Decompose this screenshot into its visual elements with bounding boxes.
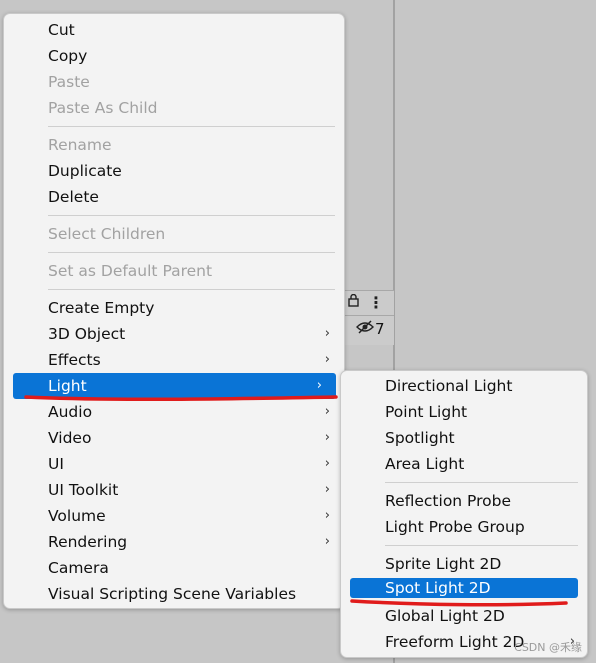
- menu-item-label: Duplicate: [48, 162, 122, 180]
- menu-item-3d-object[interactable]: 3D Object ›: [4, 321, 344, 347]
- menu-separator: [48, 252, 335, 253]
- submenu-item-light-probe-group[interactable]: Light Probe Group: [341, 514, 587, 540]
- menu-item-visual-scripting-scene-variables[interactable]: Visual Scripting Scene Variables: [4, 581, 344, 607]
- menu-item-rename: Rename: [4, 132, 344, 158]
- menu-item-label: Select Children: [48, 225, 166, 243]
- menu-item-ui-toolkit[interactable]: UI Toolkit ›: [4, 477, 344, 503]
- menu-separator: [48, 289, 335, 290]
- toolbar-divider: [344, 315, 394, 316]
- menu-item-label: UI Toolkit: [48, 481, 119, 499]
- submenu-item-area-light[interactable]: Area Light: [341, 451, 587, 477]
- menu-separator: [385, 482, 578, 483]
- menu-item-label: Light Probe Group: [385, 518, 525, 536]
- menu-item-select-children: Select Children: [4, 221, 344, 247]
- lock-icon[interactable]: [348, 293, 359, 311]
- menu-item-light[interactable]: Light ›: [13, 373, 336, 399]
- menu-item-label: Paste As Child: [48, 99, 158, 117]
- menu-item-paste: Paste: [4, 69, 344, 95]
- menu-separator: [48, 126, 335, 127]
- menu-item-label: Set as Default Parent: [48, 262, 213, 280]
- menu-item-label: Spotlight: [385, 429, 455, 447]
- submenu-item-directional-light[interactable]: Directional Light: [341, 373, 587, 399]
- chevron-right-icon: ›: [324, 404, 330, 419]
- menu-item-label: Cut: [48, 21, 75, 39]
- more-vert-icon[interactable]: ⋮: [368, 293, 384, 312]
- menu-item-audio[interactable]: Audio ›: [4, 399, 344, 425]
- menu-item-label: Volume: [48, 507, 106, 525]
- menu-item-duplicate[interactable]: Duplicate: [4, 158, 344, 184]
- submenu-item-reflection-probe[interactable]: Reflection Probe: [341, 488, 587, 514]
- menu-item-label: Global Light 2D: [385, 607, 505, 625]
- submenu-item-point-light[interactable]: Point Light: [341, 399, 587, 425]
- menu-item-label: Freeform Light 2D: [385, 633, 525, 651]
- menu-item-label: Sprite Light 2D: [385, 555, 502, 573]
- submenu-item-spot-light-2d[interactable]: Spot Light 2D: [350, 578, 578, 598]
- menu-item-rendering[interactable]: Rendering ›: [4, 529, 344, 555]
- menu-item-video[interactable]: Video ›: [4, 425, 344, 451]
- menu-item-camera[interactable]: Camera: [4, 555, 344, 581]
- chevron-right-icon: ›: [324, 456, 330, 471]
- menu-item-label: 3D Object: [48, 325, 126, 343]
- menu-item-label: Video: [48, 429, 92, 447]
- chevron-right-icon: ›: [316, 378, 322, 393]
- menu-item-label: Rename: [48, 136, 112, 154]
- menu-item-label: Light: [48, 377, 87, 395]
- menu-item-cut[interactable]: Cut: [4, 17, 344, 43]
- menu-item-volume[interactable]: Volume ›: [4, 503, 344, 529]
- chevron-right-icon: ›: [324, 352, 330, 367]
- submenu-item-global-light-2d[interactable]: Global Light 2D: [341, 603, 587, 629]
- menu-item-label: Spot Light 2D: [385, 579, 491, 597]
- submenu-item-sprite-light-2d[interactable]: Sprite Light 2D: [341, 551, 587, 577]
- submenu-item-spotlight[interactable]: Spotlight: [341, 425, 587, 451]
- menu-item-label: Paste: [48, 73, 90, 91]
- chevron-right-icon: ›: [324, 534, 330, 549]
- chevron-right-icon: ›: [324, 430, 330, 445]
- context-menu: Cut Copy Paste Paste As Child Rename Dup…: [3, 13, 345, 609]
- menu-item-label: Visual Scripting Scene Variables: [48, 585, 297, 603]
- menu-item-label: Audio: [48, 403, 93, 421]
- menu-separator: [48, 215, 335, 216]
- menu-item-label: Rendering: [48, 533, 128, 551]
- watermark: CSDN @禾缘: [514, 641, 582, 654]
- menu-item-effects[interactable]: Effects ›: [4, 347, 344, 373]
- menu-item-label: Reflection Probe: [385, 492, 512, 510]
- menu-item-label: Camera: [48, 559, 109, 577]
- menu-separator: [385, 545, 578, 546]
- menu-item-label: Directional Light: [385, 377, 513, 395]
- menu-item-create-empty[interactable]: Create Empty: [4, 295, 344, 321]
- light-submenu: Directional Light Point Light Spotlight …: [340, 370, 588, 658]
- menu-item-label: Point Light: [385, 403, 468, 421]
- menu-item-label: Effects: [48, 351, 101, 369]
- menu-item-label: Delete: [48, 188, 99, 206]
- menu-item-label: Area Light: [385, 455, 465, 473]
- menu-item-label: Create Empty: [48, 299, 155, 317]
- eye-slash-icon[interactable]: [356, 320, 374, 338]
- menu-item-copy[interactable]: Copy: [4, 43, 344, 69]
- menu-item-label: UI: [48, 455, 64, 473]
- menu-item-delete[interactable]: Delete: [4, 184, 344, 210]
- menu-item-paste-as-child: Paste As Child: [4, 95, 344, 121]
- chevron-right-icon: ›: [324, 508, 330, 523]
- menu-item-set-default-parent: Set as Default Parent: [4, 258, 344, 284]
- chevron-right-icon: ›: [324, 482, 330, 497]
- chevron-right-icon: ›: [324, 326, 330, 341]
- menu-item-ui[interactable]: UI ›: [4, 451, 344, 477]
- hidden-count: 7: [375, 320, 385, 338]
- menu-item-label: Copy: [48, 47, 88, 65]
